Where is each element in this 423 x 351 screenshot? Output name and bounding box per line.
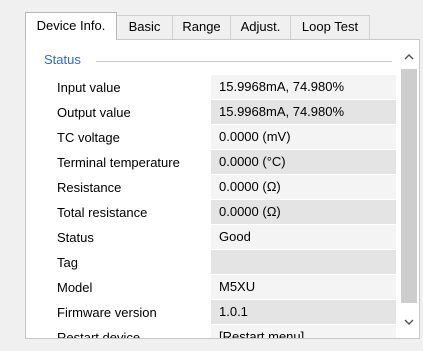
property-value: 0.0000 (Ω)	[211, 175, 396, 199]
property-label: TC voltage	[57, 130, 120, 145]
property-label: Tag	[57, 255, 78, 270]
property-row-input-value[interactable]: Input value 15.9968mA, 74.980%	[51, 75, 396, 100]
property-value	[211, 250, 396, 274]
property-value: 15.9968mA, 74.980%	[211, 100, 396, 124]
property-label: Terminal temperature	[57, 155, 180, 170]
property-grid: Input value 15.9968mA, 74.980% Output va…	[51, 75, 396, 339]
property-label: Output value	[57, 105, 131, 120]
status-group-title: Status	[44, 52, 87, 67]
property-row-terminal-temperature[interactable]: Terminal temperature 0.0000 (°C)	[51, 150, 396, 175]
property-label: Total resistance	[57, 205, 148, 220]
device-info-panel: Status Input value 15.9968mA, 74.980% Ou…	[25, 39, 420, 339]
property-row-firmware-version[interactable]: Firmware version 1.0.1	[51, 300, 396, 325]
tab-device-info[interactable]: Device Info.	[25, 12, 117, 40]
property-row-tc-voltage[interactable]: TC voltage 0.0000 (mV)	[51, 125, 396, 150]
tab-range[interactable]: Range	[172, 15, 231, 39]
property-value: M5XU	[211, 275, 396, 299]
property-value[interactable]: [Restart menu]	[211, 325, 396, 338]
property-label: Restart device	[57, 330, 141, 339]
vertical-scrollbar[interactable]	[398, 40, 419, 338]
property-row-output-value[interactable]: Output value 15.9968mA, 74.980%	[51, 100, 396, 125]
property-label: Input value	[57, 80, 121, 95]
scroll-thumb[interactable]	[401, 69, 417, 303]
chevron-up-icon[interactable]	[398, 50, 419, 66]
property-value: 0.0000 (mV)	[211, 125, 396, 149]
property-label: Status	[57, 230, 94, 245]
tab-basic[interactable]: Basic	[116, 15, 173, 39]
property-row-status[interactable]: Status Good	[51, 225, 396, 250]
property-value: 0.0000 (°C)	[211, 150, 396, 174]
chevron-down-icon[interactable]	[398, 316, 419, 332]
property-label: Firmware version	[57, 305, 157, 320]
property-row-restart-device[interactable]: Restart device [Restart menu]	[51, 325, 396, 339]
property-value: 15.9968mA, 74.980%	[211, 75, 396, 99]
property-row-model[interactable]: Model M5XU	[51, 275, 396, 300]
property-value: Good	[211, 225, 396, 249]
property-row-total-resistance[interactable]: Total resistance 0.0000 (Ω)	[51, 200, 396, 225]
property-row-tag[interactable]: Tag	[51, 250, 396, 275]
property-value: 0.0000 (Ω)	[211, 200, 396, 224]
property-label: Resistance	[57, 180, 122, 195]
property-value: 1.0.1	[211, 300, 396, 324]
tab-loop-test[interactable]: Loop Test	[290, 15, 370, 39]
group-divider	[96, 61, 392, 62]
property-row-resistance[interactable]: Resistance 0.0000 (Ω)	[51, 175, 396, 200]
tab-adjust[interactable]: Adjust.	[230, 15, 291, 39]
property-label: Model	[57, 280, 93, 295]
